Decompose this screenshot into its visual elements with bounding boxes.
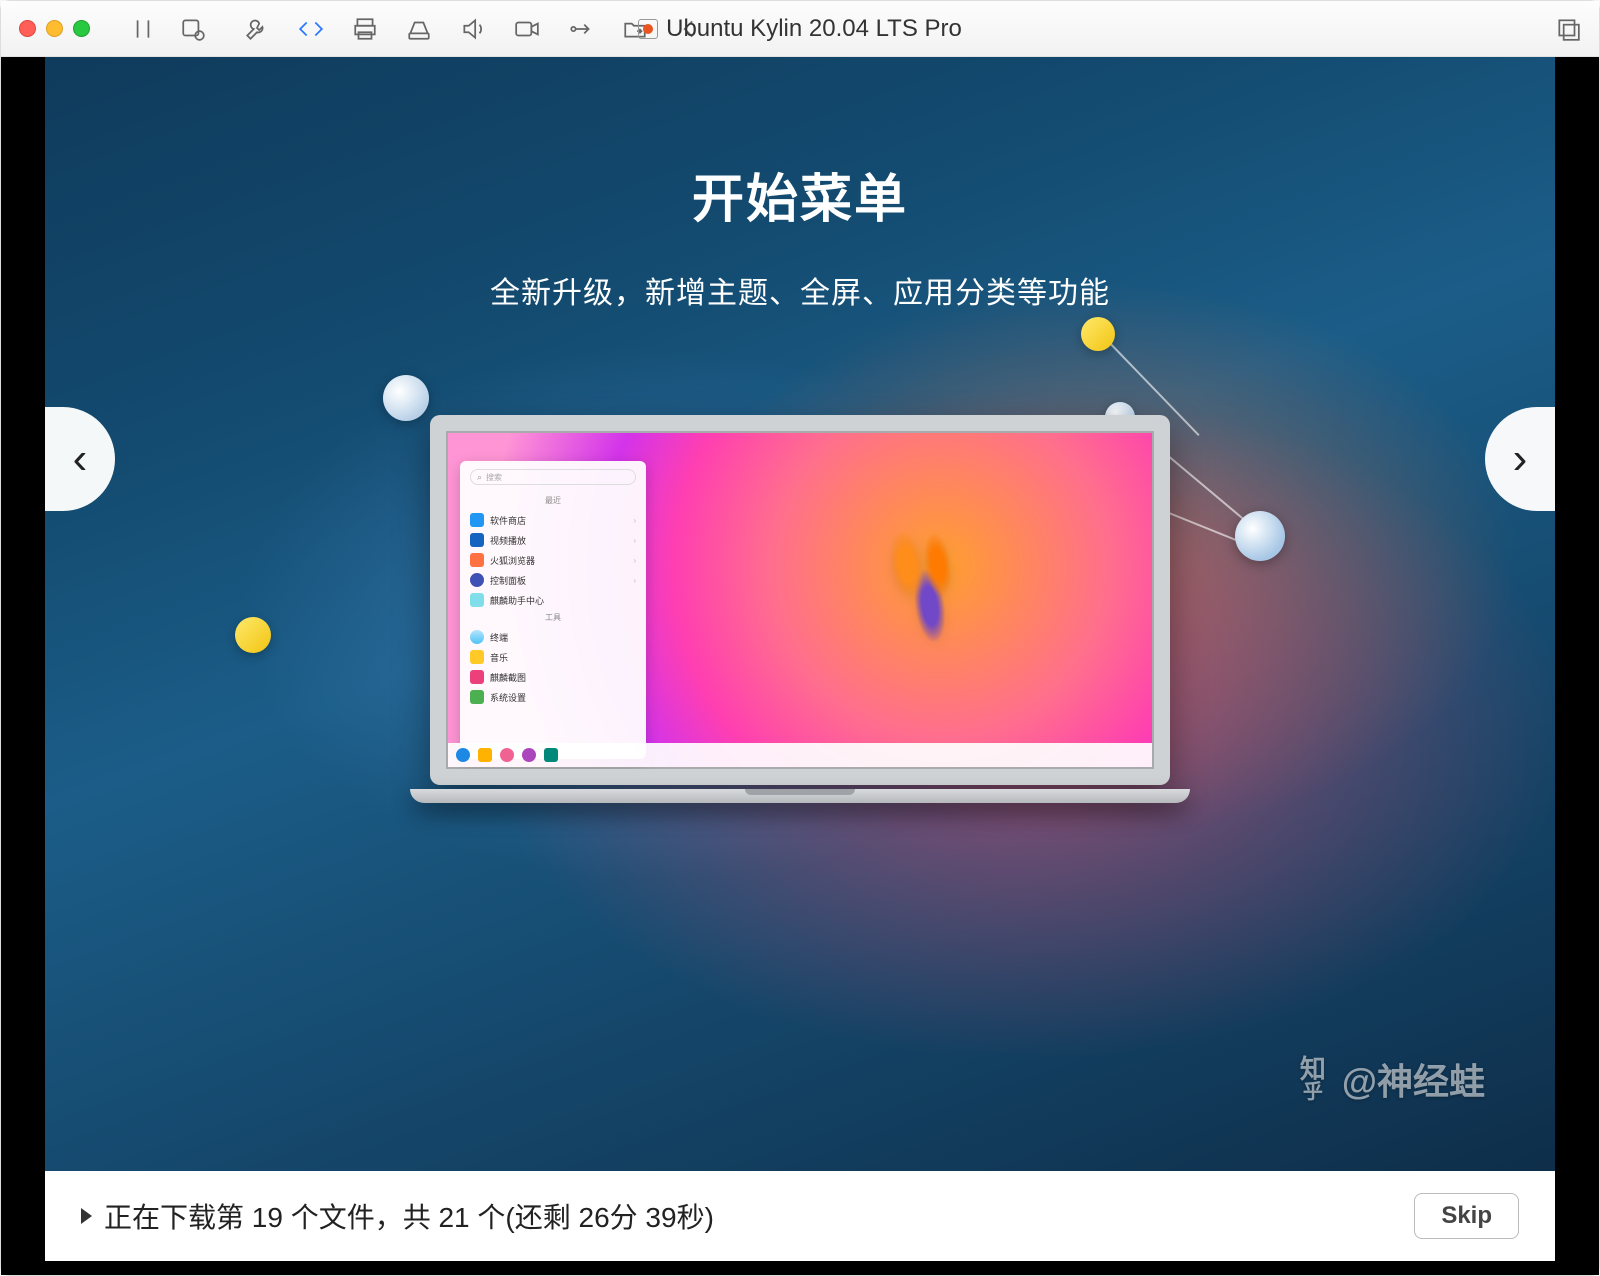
titlebar: Ubuntu Kylin 20.04 LTS Pro (1, 1, 1599, 57)
watermark-author: @神经蛙 (1342, 1053, 1485, 1105)
start-menu-item[interactable]: 音乐 (466, 647, 640, 667)
usb-icon[interactable] (568, 16, 594, 42)
start-menu-item[interactable]: 控制面板› (466, 570, 640, 590)
laptop-base (410, 789, 1190, 803)
installer-slideshow: 开始菜单 全新升级，新增主题、全屏、应用分类等功能 ‹ › (45, 57, 1555, 1171)
snapshot-icon[interactable] (180, 16, 206, 42)
start-menu-search[interactable]: 搜索 (470, 469, 636, 485)
taskbar-app-icon[interactable] (544, 748, 558, 762)
start-menu-item[interactable]: 终端 (466, 627, 640, 647)
slide-next-button[interactable]: › (1485, 407, 1555, 511)
taskbar-app-icon[interactable] (478, 748, 492, 762)
decor-dot-icon (1235, 511, 1285, 561)
install-status-text: 正在下载第 19 个文件，共 21 个(还剩 26分 39秒) (104, 1196, 1414, 1236)
disclosure-triangle-icon[interactable] (81, 1208, 92, 1224)
slide-title: 开始菜单 (45, 157, 1555, 232)
installer-window: 开始菜单 全新升级，新增主题、全屏、应用分类等功能 ‹ › (45, 57, 1555, 1261)
decor-dot-icon (235, 617, 271, 653)
start-menu-section-all: 工具 (466, 610, 640, 627)
start-menu-item[interactable]: 麒麟截图 (466, 667, 640, 687)
desktop-wallpaper: 搜索 最近 软件商店› 视频播放› 火狐浏览器› 控制面板› 麒麟助手中心 工具… (448, 433, 1152, 767)
printer-icon[interactable] (352, 16, 378, 42)
app-icon (470, 553, 484, 567)
app-icon (470, 690, 484, 704)
expand-icon[interactable] (1555, 16, 1581, 42)
start-menu-item[interactable]: 火狐浏览器› (466, 550, 640, 570)
start-menu-item[interactable]: 软件商店› (466, 510, 640, 530)
vm-window: Ubuntu Kylin 20.04 LTS Pro 开始菜单 全新升级，新增主… (0, 0, 1600, 1276)
pause-icon[interactable] (130, 16, 156, 42)
app-icon (470, 533, 484, 547)
watermark: 知 乎 @神经蛙 (1300, 1053, 1485, 1105)
watermark-logo-icon: 知 乎 (1300, 1056, 1326, 1102)
wrench-icon[interactable] (244, 16, 270, 42)
zoom-button[interactable] (73, 20, 90, 37)
back-icon[interactable] (676, 16, 702, 42)
start-menu-section-recent: 最近 (466, 493, 640, 510)
app-icon (470, 630, 484, 644)
app-icon (470, 650, 484, 664)
start-menu-item[interactable]: 系统设置 (466, 687, 640, 707)
minimize-button[interactable] (46, 20, 63, 37)
slide-subtitle: 全新升级，新增主题、全屏、应用分类等功能 (45, 268, 1555, 312)
install-status-bar: 正在下载第 19 个文件，共 21 个(还剩 26分 39秒) Skip (45, 1171, 1555, 1261)
search-placeholder: 搜索 (486, 472, 502, 483)
start-menu-panel: 搜索 最近 软件商店› 视频播放› 火狐浏览器› 控制面板› 麒麟助手中心 工具… (460, 461, 646, 759)
code-icon[interactable] (298, 16, 324, 42)
window-controls (19, 20, 90, 37)
start-menu-item[interactable]: 视频播放› (466, 530, 640, 550)
wallpaper-flower-icon (829, 476, 1025, 698)
app-icon (470, 573, 484, 587)
taskbar-start-icon[interactable] (456, 748, 470, 762)
decor-dot-icon (1081, 317, 1115, 351)
taskbar-app-icon[interactable] (522, 748, 536, 762)
camera-icon[interactable] (514, 16, 540, 42)
laptop-mockup: 搜索 最近 软件商店› 视频播放› 火狐浏览器› 控制面板› 麒麟助手中心 工具… (410, 415, 1190, 815)
vm-display: 开始菜单 全新升级，新增主题、全屏、应用分类等功能 ‹ › (1, 57, 1599, 1275)
app-icon (470, 670, 484, 684)
window-title-container: Ubuntu Kylin 20.04 LTS Pro (1, 15, 1599, 43)
share-folder-icon[interactable] (622, 16, 648, 42)
app-icon (470, 513, 484, 527)
close-button[interactable] (19, 20, 36, 37)
window-title: Ubuntu Kylin 20.04 LTS Pro (666, 15, 962, 43)
start-menu-item[interactable]: 麒麟助手中心 (466, 590, 640, 610)
slide-prev-button[interactable]: ‹ (45, 407, 115, 511)
sound-icon[interactable] (460, 16, 486, 42)
skip-button[interactable]: Skip (1414, 1193, 1519, 1239)
laptop-screen: 搜索 最近 软件商店› 视频播放› 火狐浏览器› 控制面板› 麒麟助手中心 工具… (430, 415, 1170, 785)
taskbar (448, 743, 1152, 767)
taskbar-app-icon[interactable] (500, 748, 514, 762)
drive-icon[interactable] (406, 16, 432, 42)
app-icon (470, 593, 484, 607)
